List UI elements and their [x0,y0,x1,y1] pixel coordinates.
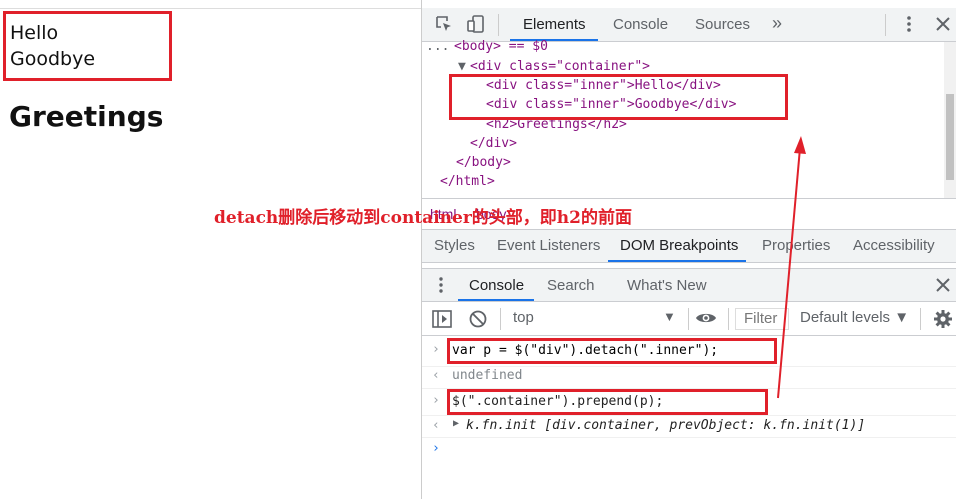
elements-dom-tree: ... <body> == $0 ▼ <div class="container… [422,39,956,198]
web-page-viewport: Hello Goodbye Greetings [0,0,421,499]
tab-properties[interactable]: Properties [762,237,830,254]
context-selector[interactable]: top ▼ [503,309,703,329]
prompt-chevron-icon: › [432,441,440,456]
console-prompt[interactable]: › [422,438,956,462]
gear-icon[interactable] [933,309,953,334]
elements-sidebar-tabs: Styles Event Listeners DOM Breakpoints P… [422,230,956,263]
filter-input[interactable]: Filter [735,308,789,330]
scrollbar-thumb[interactable] [946,94,954,180]
page-heading: Greetings [9,100,164,133]
dom-ellipsis[interactable]: ... [426,39,449,54]
drawer-tab-search[interactable]: Search [547,277,595,294]
drawer-tab-whats-new[interactable]: What's New [627,277,707,294]
expand-triangle-icon[interactable]: ▶ [453,418,459,429]
kebab-menu-icon[interactable] [902,13,916,40]
device-toolbar-icon[interactable] [466,14,486,39]
highlight-box-prepend [447,389,768,415]
devtools-main-tabbar: Elements Console Sources » [422,8,956,42]
toolbar-separator [688,308,689,330]
tab-styles[interactable]: Styles [434,237,475,254]
toolbar-separator [920,308,921,330]
console-output-text: k.fn.init [div.container, prevObject: k.… [466,418,866,433]
elements-scrollbar[interactable] [944,42,956,198]
console-toolbar: top ▼ Filter Default levels ▼ [422,302,956,336]
annotation-text: detach删除后移动到container的头部，即h2的前面 [214,208,632,228]
tabbar-separator [885,14,886,36]
page-top-border [0,8,421,9]
context-dropdown-icon: ▼ [663,309,676,324]
tabbar-separator [498,14,499,36]
tab-console[interactable]: Console [613,16,668,33]
tab-sources[interactable]: Sources [695,16,750,33]
sidebar-toggle-icon[interactable] [432,310,452,333]
highlight-box-dom [449,74,788,120]
drawer-menu-icon[interactable] [436,275,446,300]
console-output-text: undefined [452,368,523,383]
inspect-element-icon[interactable] [434,14,454,39]
result-arrow-icon: ‹ [432,368,440,383]
dom-html-close[interactable]: </html> [440,174,495,189]
eye-icon[interactable] [695,310,717,331]
dom-container-open[interactable]: <div class="container"> [470,59,650,74]
console-output-line: ‹ undefined [422,367,956,389]
toolbar-separator [728,308,729,330]
toolbar-separator [500,308,501,330]
inner-div-hello: Hello [10,22,59,44]
tab-elements[interactable]: Elements [523,16,586,33]
console-output-line[interactable]: ‹ ▶ k.fn.init [div.container, prevObject… [422,416,956,438]
expand-triangle-icon[interactable]: ▼ [458,59,466,74]
drawer-tab-console[interactable]: Console [469,277,524,294]
active-drawer-tab-underline [458,299,534,301]
prompt-chevron-icon: › [432,342,440,357]
active-subtab-underline [608,260,746,262]
close-devtools-icon[interactable] [934,15,952,38]
drawer-tabs: Console Search What's New [422,269,956,302]
context-label: top [513,309,534,326]
log-levels-dropdown[interactable]: Default levels ▼ [800,309,909,326]
tab-accessibility[interactable]: Accessibility [853,237,935,254]
dom-div-close[interactable]: </div> [470,136,517,151]
more-tabs-icon[interactable]: » [772,13,782,34]
dom-body-line[interactable]: <body> == $0 [454,39,548,54]
highlight-box-detach [447,338,777,364]
result-arrow-icon: ‹ [432,418,440,433]
prompt-chevron-icon: › [432,393,440,408]
clear-console-icon[interactable] [468,309,488,334]
inner-div-goodbye: Goodbye [10,48,96,70]
dom-body-close[interactable]: </body> [456,155,511,170]
tab-dom-breakpoints[interactable]: DOM Breakpoints [620,237,738,254]
close-drawer-icon[interactable] [935,277,951,298]
tab-event-listeners[interactable]: Event Listeners [497,237,600,254]
